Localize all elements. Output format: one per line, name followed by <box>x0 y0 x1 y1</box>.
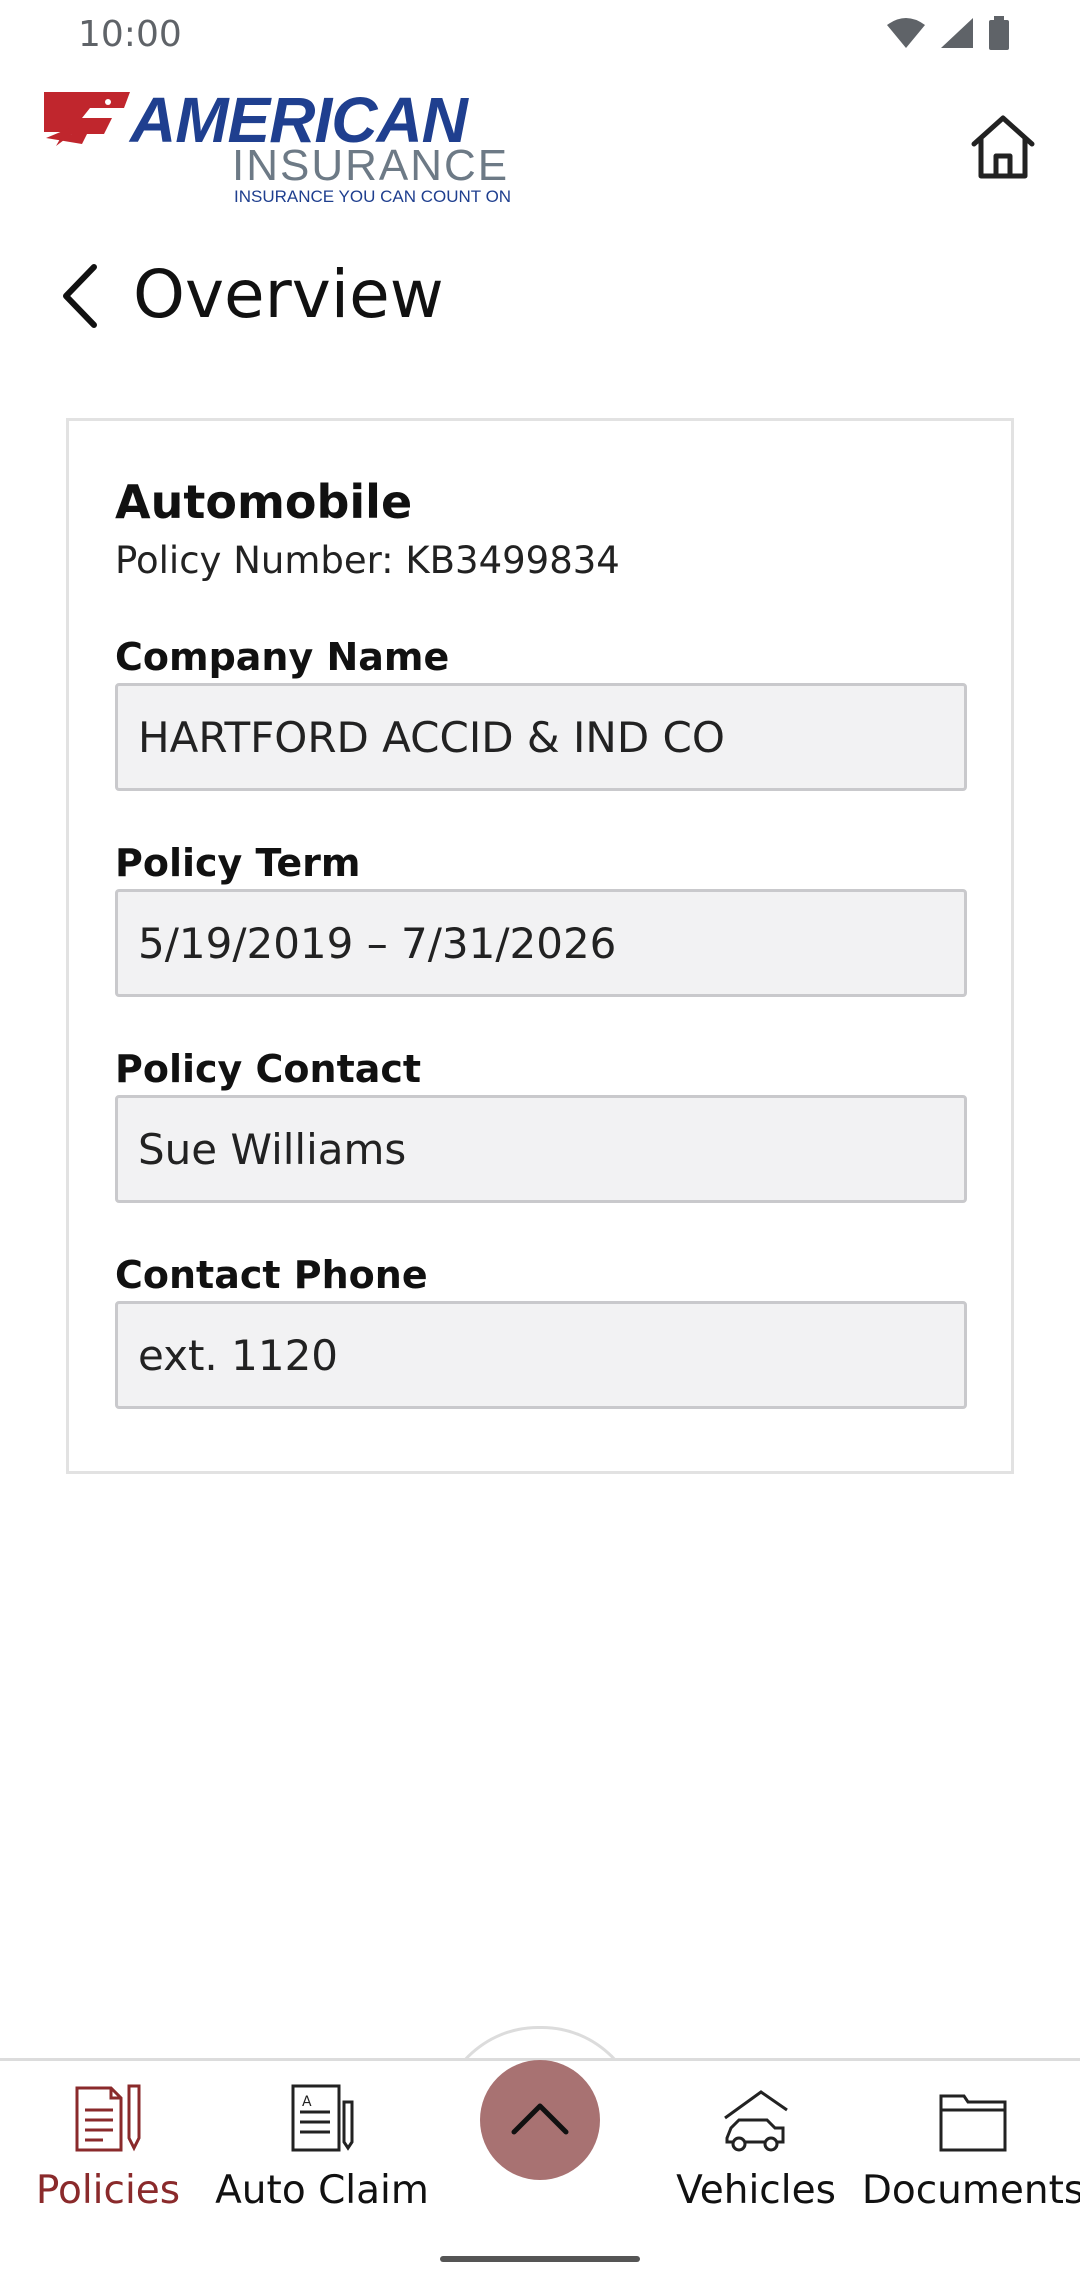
home-icon <box>970 114 1036 185</box>
nav-item-documents[interactable]: Documents <box>862 2070 1080 2230</box>
nav-label-auto-claim: Auto Claim <box>215 2168 429 2213</box>
svg-text:A: A <box>302 2094 312 2110</box>
home-button[interactable] <box>964 110 1042 188</box>
chevron-up-icon <box>510 2100 570 2141</box>
cell-signal-icon <box>940 17 974 54</box>
vehicles-icon <box>721 2070 791 2154</box>
documents-icon <box>938 2070 1008 2154</box>
policy-card: Automobile Policy Number: KB3499834 Comp… <box>66 418 1014 1474</box>
svg-text:INSURANCE: INSURANCE <box>232 141 509 190</box>
policy-term-label: Policy Term <box>115 841 361 885</box>
contact-phone-field[interactable]: ext. 1120 <box>115 1301 967 1409</box>
policy-contact-field[interactable]: Sue Williams <box>115 1095 967 1203</box>
auto-claim-icon: A <box>290 2070 354 2154</box>
nav-item-policies[interactable]: Policies <box>28 2070 188 2230</box>
nav-label-documents: Documents <box>861 2168 1080 2213</box>
policy-contact-value: Sue Williams <box>138 1124 407 1174</box>
nav-item-auto-claim[interactable]: A Auto Claim <box>215 2070 429 2230</box>
chevron-left-icon <box>60 263 100 334</box>
american-insurance-logo: AMERICAN INSURANCE INSURANCE YOU CAN COU… <box>42 84 522 208</box>
contact-phone-label: Contact Phone <box>115 1253 428 1297</box>
nav-item-vehicles[interactable]: Vehicles <box>670 2070 842 2230</box>
company-name-label: Company Name <box>115 635 450 679</box>
status-icons <box>886 16 1010 55</box>
wifi-icon <box>886 17 926 54</box>
gesture-home-indicator[interactable] <box>440 2256 640 2262</box>
policy-contact-label: Policy Contact <box>115 1047 422 1091</box>
battery-icon <box>988 16 1010 55</box>
status-time: 10:00 <box>78 14 182 55</box>
company-name-value: HARTFORD ACCID & IND CO <box>138 712 725 762</box>
contact-phone-value: ext. 1120 <box>138 1330 339 1380</box>
policy-type-heading: Automobile <box>115 475 413 529</box>
policy-number: Policy Number: KB3499834 <box>115 539 620 582</box>
eagle-logo-icon <box>44 92 130 146</box>
policies-icon <box>73 2070 143 2154</box>
company-name-field[interactable]: HARTFORD ACCID & IND CO <box>115 683 967 791</box>
page-title: Overview <box>133 256 444 333</box>
back-button[interactable] <box>50 262 110 334</box>
expand-menu-button[interactable] <box>480 2060 600 2180</box>
nav-label-policies: Policies <box>35 2168 181 2213</box>
policy-term-value: 5/19/2019 – 7/31/2026 <box>138 918 617 968</box>
policy-term-field[interactable]: 5/19/2019 – 7/31/2026 <box>115 889 967 997</box>
status-bar: 10:00 <box>0 0 1080 70</box>
nav-label-vehicles: Vehicles <box>676 2168 836 2213</box>
svg-text:INSURANCE YOU CAN COUNT ON: INSURANCE YOU CAN COUNT ON <box>234 187 511 206</box>
